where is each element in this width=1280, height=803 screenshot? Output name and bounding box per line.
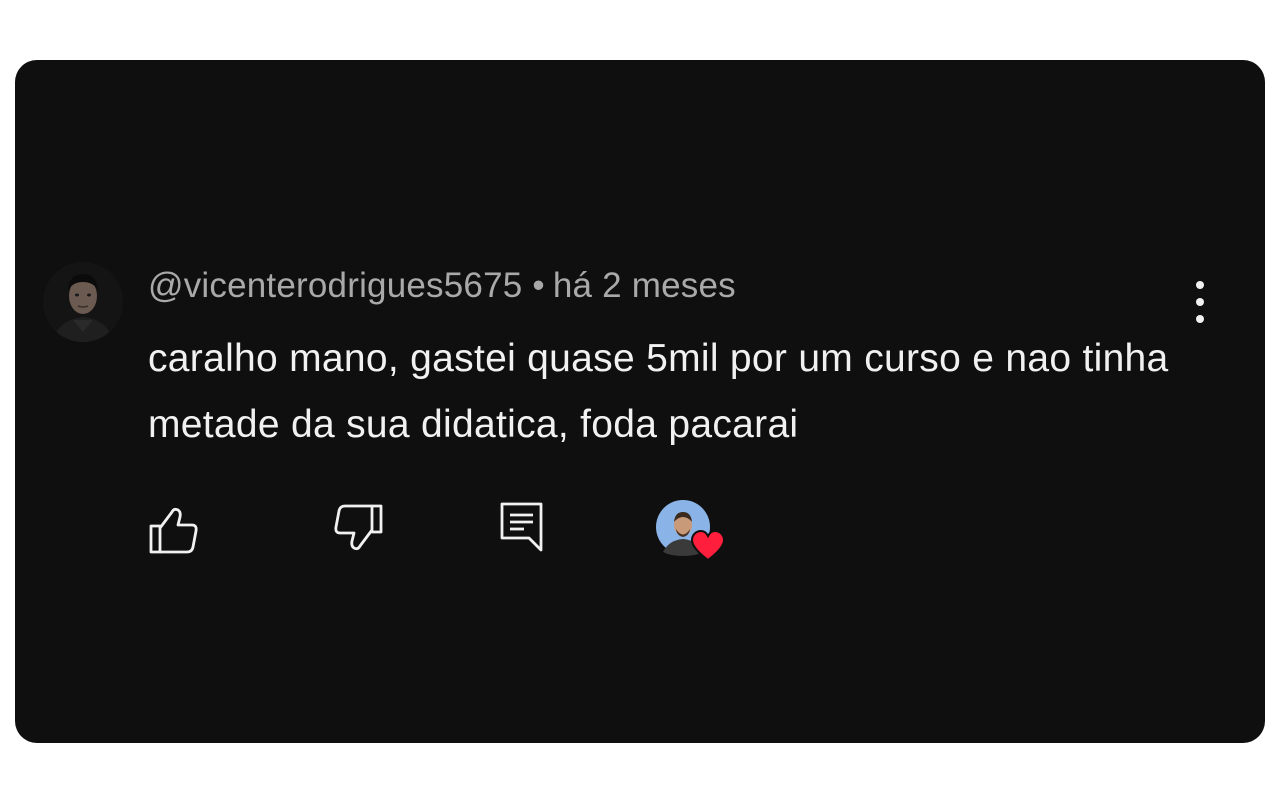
author-handle[interactable]: @vicenterodrigues5675 [148,266,522,305]
meta-separator: • [532,266,545,305]
comment-reply-icon [500,502,543,552]
comment-text: caralho mano, gastei quase 5mil por um c… [148,337,1169,446]
comment-meta: @vicenterodrigues5675 • há 2 meses [148,266,736,306]
comment-time[interactable]: há 2 meses [553,266,736,305]
comment-card: @vicenterodrigues5675 • há 2 meses caralho… [15,60,1265,743]
author-avatar-image [43,262,123,342]
thumbs-up-icon [149,507,198,554]
more-vertical-icon [1196,281,1204,323]
author-avatar[interactable] [43,262,123,342]
like-button[interactable] [148,504,200,556]
dislike-button[interactable] [332,502,384,554]
heart-icon [691,530,725,562]
thumbs-down-icon [334,504,383,551]
creator-heart-badge[interactable] [655,500,725,564]
reply-button[interactable] [499,500,545,554]
more-options-button[interactable] [1185,278,1215,328]
